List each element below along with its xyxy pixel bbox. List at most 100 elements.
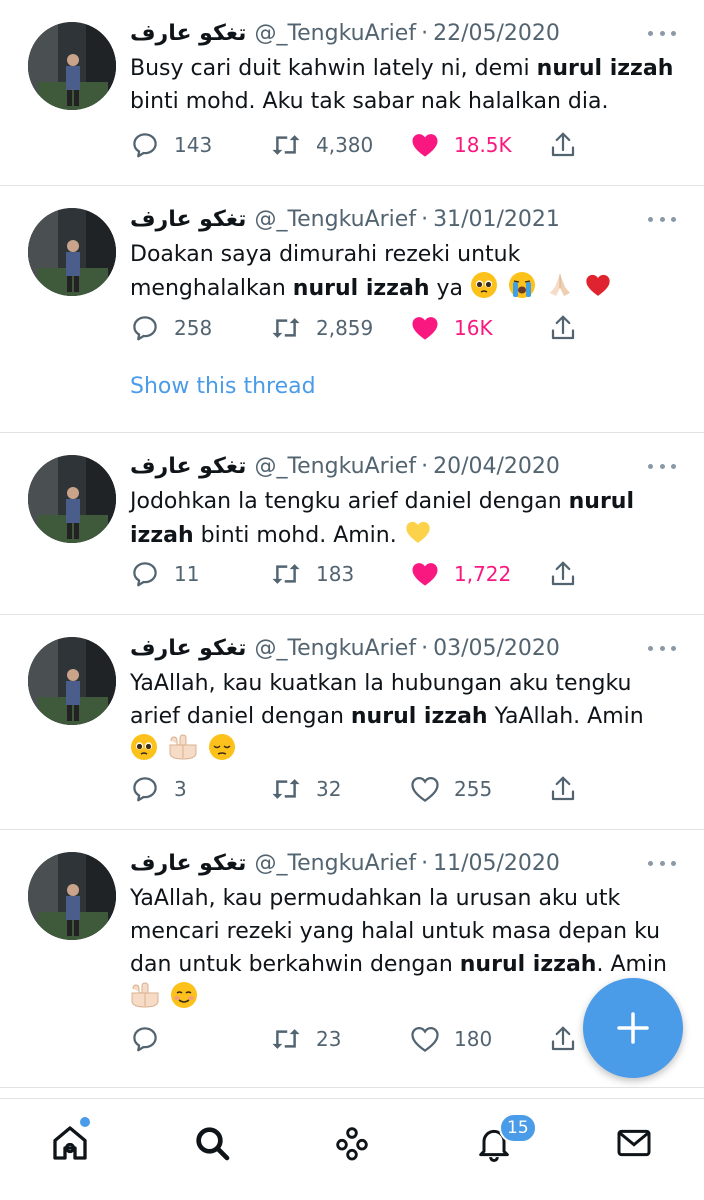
share-icon (551, 1026, 575, 1051)
like-button[interactable]: 180 (410, 1021, 492, 1057)
tweet[interactable]: تغكو عارف @_TengkuArief · 22/05/2020 Bus… (0, 0, 704, 186)
compose-tweet-button[interactable] (583, 978, 683, 1078)
retweet-button[interactable]: 32 (270, 771, 341, 807)
share-button[interactable] (548, 1021, 578, 1057)
share-button[interactable] (548, 556, 578, 592)
tweet[interactable]: تغكو عارف @_TengkuArief · 20/04/2020 Jod… (0, 433, 704, 615)
reply-button[interactable]: 3 (130, 771, 187, 807)
like-button[interactable]: 255 (410, 771, 492, 807)
like-button[interactable]: 18.5K (410, 127, 512, 163)
show-thread-link[interactable]: Show this thread (130, 374, 316, 399)
retweet-count: 183 (316, 562, 355, 586)
reply-icon (133, 316, 157, 341)
like-count: 180 (454, 1027, 493, 1051)
like-button[interactable]: 16K (410, 310, 493, 346)
tweet-date[interactable]: 22/05/2020 (433, 21, 560, 46)
more-options-icon[interactable] (648, 20, 676, 46)
share-icon (551, 315, 575, 340)
author-handle[interactable]: @_TengkuArief (254, 851, 416, 876)
new-content-indicator (80, 1117, 90, 1127)
retweet-button[interactable]: 183 (270, 556, 354, 592)
tweet-date[interactable]: 11/05/2020 (433, 851, 560, 876)
tweet-date[interactable]: 20/04/2020 (433, 454, 560, 479)
reply-icon (133, 133, 157, 158)
share-icon (551, 776, 575, 801)
author-handle[interactable]: @_TengkuArief (254, 454, 416, 479)
author-name[interactable]: تغكو عارف (130, 21, 246, 46)
author-handle[interactable]: @_TengkuArief (254, 207, 416, 232)
retweet-button[interactable]: 4,380 (270, 127, 373, 163)
nav-messages[interactable] (612, 1121, 656, 1165)
pleading-face-emoji (470, 272, 497, 298)
like-count: 1,722 (454, 562, 512, 586)
search-icon (196, 1127, 230, 1161)
reply-button[interactable]: 11 (130, 556, 199, 592)
tweet-text: Jodohkan la tengku arief daniel dengan n… (130, 489, 635, 548)
reply-button[interactable] (130, 1021, 174, 1057)
reply-icon (133, 562, 157, 587)
retweet-count: 32 (316, 777, 342, 801)
more-options-icon[interactable] (648, 206, 676, 232)
retweet-button[interactable]: 23 (270, 1021, 341, 1057)
tweet-header: تغكو عارف @_TengkuArief · 31/01/2021 (130, 202, 676, 236)
author-handle[interactable]: @_TengkuArief (254, 636, 416, 661)
retweet-button[interactable]: 2,859 (270, 310, 373, 346)
bold-mention: nurul izzah (292, 276, 430, 301)
avatar[interactable] (28, 637, 116, 725)
like-button[interactable]: 1,722 (410, 556, 511, 592)
tweet-text: YaAllah, kau kuatkan la hubungan aku ten… (130, 667, 676, 767)
retweet-icon (272, 1029, 300, 1049)
messages-icon (617, 1129, 651, 1157)
bold-mention: nurul izzah (459, 952, 597, 977)
avatar[interactable] (28, 208, 116, 296)
tweet[interactable]: تغكو عارف @_TengkuArief · 31/01/2021 Doa… (0, 186, 704, 433)
share-icon (551, 132, 575, 157)
like-count: 255 (454, 777, 493, 801)
spaces-icon (336, 1127, 368, 1161)
retweet-icon (272, 135, 300, 155)
more-options-icon[interactable] (648, 850, 676, 876)
tweet[interactable]: تغكو عارف @_TengkuArief · 03/05/2020 YaA… (0, 615, 704, 830)
timeline-feed: تغكو عارف @_TengkuArief · 22/05/2020 Bus… (0, 0, 704, 1088)
retweet-icon (272, 318, 300, 338)
share-button[interactable] (548, 771, 578, 807)
author-handle[interactable]: @_TengkuArief (254, 21, 416, 46)
smiling-face-emoji (171, 982, 197, 1008)
author-name[interactable]: تغكو عارف (130, 851, 246, 876)
retweet-icon (272, 564, 300, 584)
tweet-date[interactable]: 03/05/2020 (433, 636, 560, 661)
avatar[interactable] (28, 455, 116, 543)
bold-mention: nurul (568, 489, 635, 514)
more-options-icon[interactable] (648, 635, 676, 661)
author-name[interactable]: تغكو عارف (130, 454, 246, 479)
folded-hands-emoji (549, 274, 570, 296)
author-name[interactable]: تغكو عارف (130, 636, 246, 661)
home-icon (53, 1126, 87, 1160)
tweet-header: تغكو عارف @_TengkuArief · 11/05/2020 (130, 846, 676, 880)
author-name[interactable]: تغكو عارف (130, 207, 246, 232)
reply-count: 258 (174, 316, 213, 340)
reply-count: 11 (174, 562, 200, 586)
reply-button[interactable]: 143 (130, 127, 212, 163)
retweet-count: 23 (316, 1027, 342, 1051)
avatar[interactable] (28, 22, 116, 110)
nav-spaces[interactable] (330, 1121, 374, 1165)
separator: · (421, 20, 429, 46)
reply-icon (133, 777, 157, 802)
tweet-actions: 11 183 1,722 (130, 556, 590, 592)
more-options-icon[interactable] (648, 453, 676, 479)
tweet-actions: 258 2,859 16K (130, 310, 590, 346)
reply-count: 143 (174, 133, 213, 157)
share-button[interactable] (548, 127, 578, 163)
share-button[interactable] (548, 310, 578, 346)
avatar[interactable] (28, 852, 116, 940)
heart-outline-icon (411, 1026, 439, 1053)
tweet-date[interactable]: 31/01/2021 (433, 207, 560, 232)
retweet-count: 2,859 (316, 316, 374, 340)
share-icon (551, 561, 575, 586)
bold-mention: nurul izzah (350, 704, 488, 729)
bold-mention: nurul izzah (536, 56, 674, 81)
nav-home[interactable] (48, 1121, 92, 1165)
reply-button[interactable]: 258 (130, 310, 212, 346)
nav-search[interactable] (190, 1121, 234, 1165)
